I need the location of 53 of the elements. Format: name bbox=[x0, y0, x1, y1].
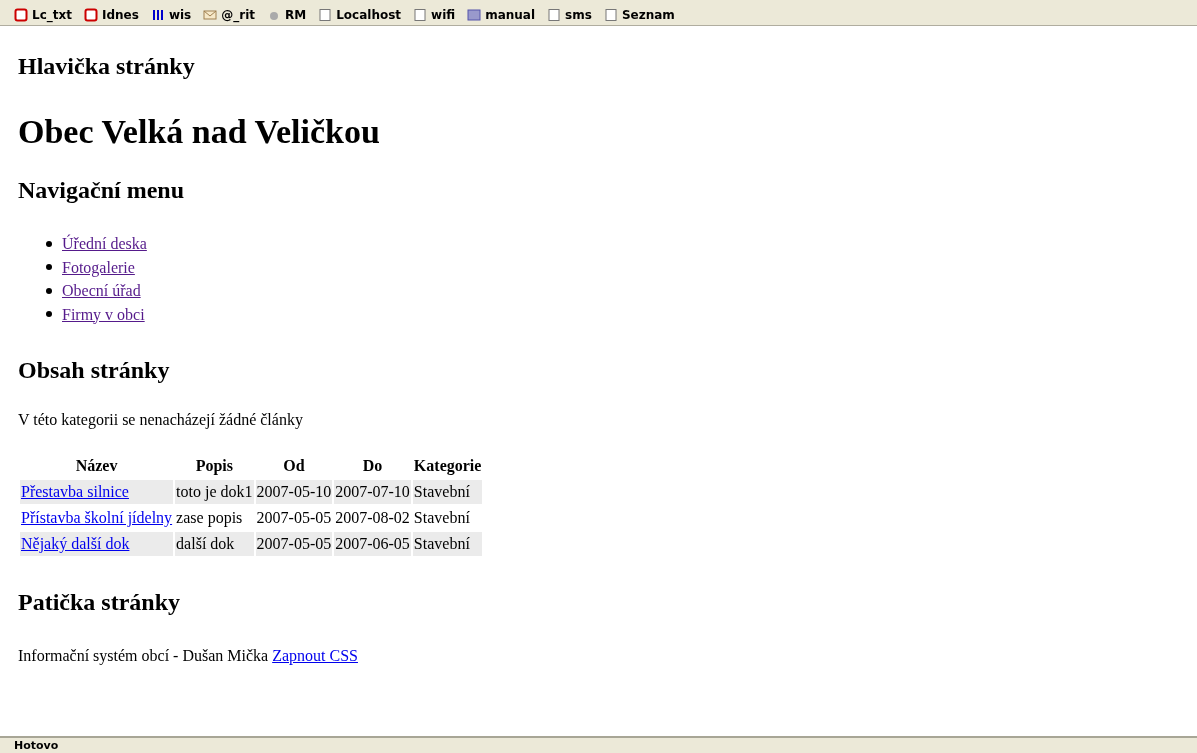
table-cell: další dok bbox=[175, 532, 254, 556]
bullet-icon bbox=[46, 264, 52, 271]
bullet-icon bbox=[46, 240, 52, 247]
footer-text: Informační systém obcí - Dušan Mička bbox=[18, 646, 269, 666]
page-icon bbox=[413, 8, 428, 22]
table-cell-text: Stavební bbox=[412, 508, 471, 528]
bookmark-link[interactable]: @_rit bbox=[203, 8, 255, 22]
table-cell: 2007-06-05 bbox=[334, 532, 411, 556]
envelope-icon bbox=[203, 8, 218, 22]
section-heading: Patička stránky bbox=[18, 588, 181, 616]
column-header: Popis bbox=[194, 456, 234, 477]
site-title: Obec Velká nad Veličkou bbox=[18, 112, 381, 152]
bookmark-link[interactable]: Seznam bbox=[603, 8, 675, 22]
column-header: Od bbox=[282, 456, 306, 476]
content-text: V této kategorii se nenacházejí žádné články bbox=[18, 410, 304, 430]
page-icon bbox=[318, 8, 333, 22]
page-icon bbox=[603, 8, 618, 22]
table-cell: Stavební bbox=[412, 532, 483, 556]
bookmark-link[interactable]: Lc_txt bbox=[14, 8, 72, 22]
nav-link[interactable]: Fotogalerie bbox=[62, 255, 135, 279]
section-heading: Navigační menu bbox=[18, 176, 185, 204]
column-header: Kategorie bbox=[412, 456, 483, 477]
column-header: Do bbox=[361, 456, 384, 476]
table-cell-text: 2007-08-02 bbox=[334, 508, 411, 528]
bookmark-link[interactable]: Idnes bbox=[84, 8, 139, 22]
page-heading: Hlavička stránky bbox=[18, 52, 196, 80]
bookmark-link[interactable]: wis bbox=[150, 8, 192, 22]
table-cell: 2007-05-10 bbox=[255, 480, 333, 504]
column-header: Název bbox=[74, 456, 119, 476]
table-cell: Stavební bbox=[412, 480, 483, 504]
nav-link[interactable]: Obecní úřad bbox=[62, 279, 141, 303]
page-icon bbox=[547, 8, 562, 22]
bookmark-link[interactable]: sms bbox=[547, 8, 592, 22]
nav-link[interactable]: Firmy v obci bbox=[62, 302, 145, 326]
css-toggle-link[interactable]: Zapnout CSS bbox=[272, 646, 358, 666]
status-text: Hotovo bbox=[14, 739, 59, 752]
table-cell: 2007-07-10 bbox=[334, 480, 411, 504]
document-link[interactable]: Přístavba školní jídelny bbox=[21, 509, 173, 526]
document-link[interactable]: Přestavba silnice bbox=[21, 483, 129, 500]
nav-link[interactable]: Úřední deska bbox=[62, 232, 147, 256]
table-cell: 2007-05-05 bbox=[255, 532, 333, 556]
document-link[interactable]: Nějaký další dok bbox=[21, 535, 130, 552]
bookmark-link[interactable]: RM bbox=[267, 8, 307, 22]
bookmark-link[interactable]: manual bbox=[467, 8, 536, 22]
table-cell-text: 2007-05-05 bbox=[255, 508, 333, 528]
bars-icon bbox=[150, 8, 165, 22]
bullet-icon bbox=[46, 287, 52, 294]
table-cell-text: zase popis bbox=[175, 508, 244, 529]
table-cell: toto je dok1 bbox=[175, 480, 254, 504]
bookmark-link[interactable]: wifi bbox=[413, 8, 456, 22]
section-heading: Obsah stránky bbox=[18, 356, 171, 384]
bullet-icon bbox=[46, 311, 52, 318]
bookmark-link[interactable]: Localhost bbox=[318, 8, 402, 22]
